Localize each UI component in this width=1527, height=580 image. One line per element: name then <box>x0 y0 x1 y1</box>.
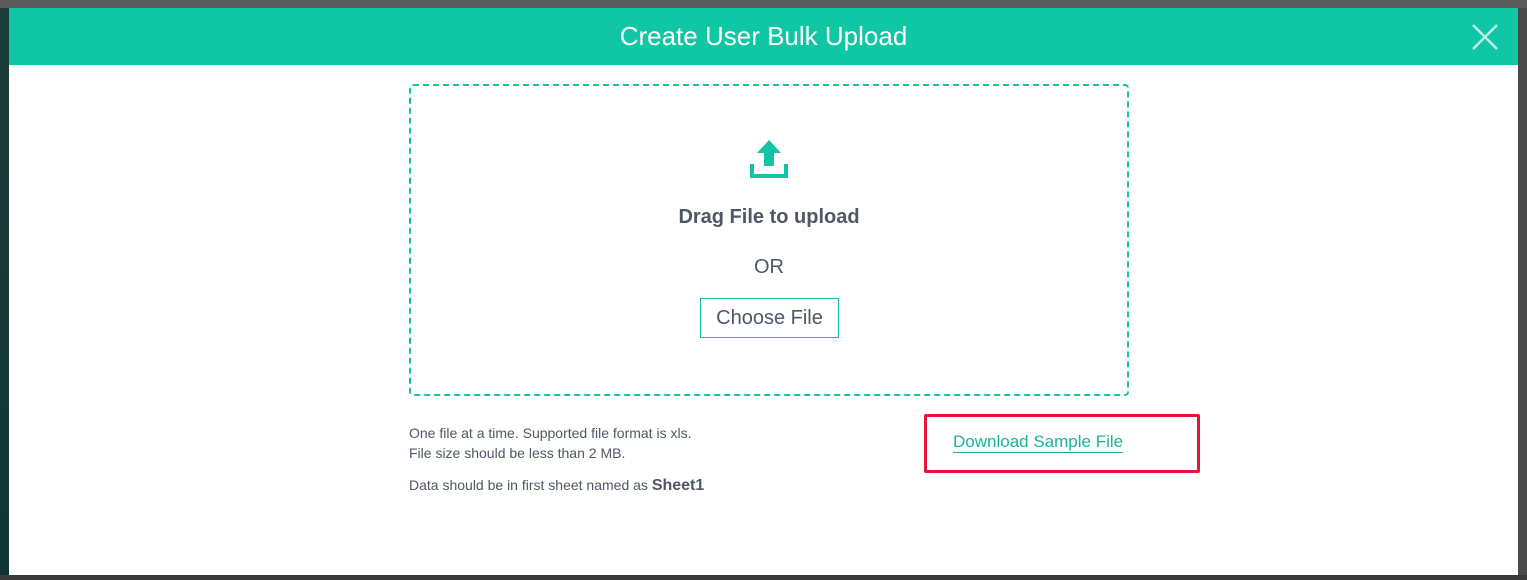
backdrop-top <box>0 0 1527 8</box>
file-dropzone[interactable]: Drag File to upload OR Choose File <box>409 84 1129 396</box>
choose-file-button[interactable]: Choose File <box>700 298 839 338</box>
upload-icon <box>750 140 788 178</box>
info-line-format: One file at a time. Supported file forma… <box>409 425 692 441</box>
drag-file-text: Drag File to upload <box>678 206 860 228</box>
close-button[interactable] <box>1470 22 1500 52</box>
info-line-size: File size should be less than 2 MB. <box>409 445 626 461</box>
or-separator: OR <box>754 256 784 278</box>
info-line-sheet: Data should be in first sheet named as S… <box>409 475 704 496</box>
download-sample-file-link[interactable]: Download Sample File <box>953 432 1124 453</box>
sheet-name: Sheet1 <box>651 477 705 494</box>
close-icon <box>1472 24 1498 50</box>
bulk-upload-modal: Create User Bulk Upload Drag File to upl… <box>9 8 1518 575</box>
sheet-prefix: Data should be in first sheet named as <box>409 477 648 493</box>
modal-title: Create User Bulk Upload <box>619 21 908 51</box>
upload-icon-wrapper <box>750 140 788 182</box>
upload-info: One file at a time. Supported file forma… <box>409 423 704 496</box>
modal-header: Create User Bulk Upload <box>9 8 1518 65</box>
backdrop-bottom <box>0 575 1527 580</box>
backdrop-left <box>0 8 9 580</box>
